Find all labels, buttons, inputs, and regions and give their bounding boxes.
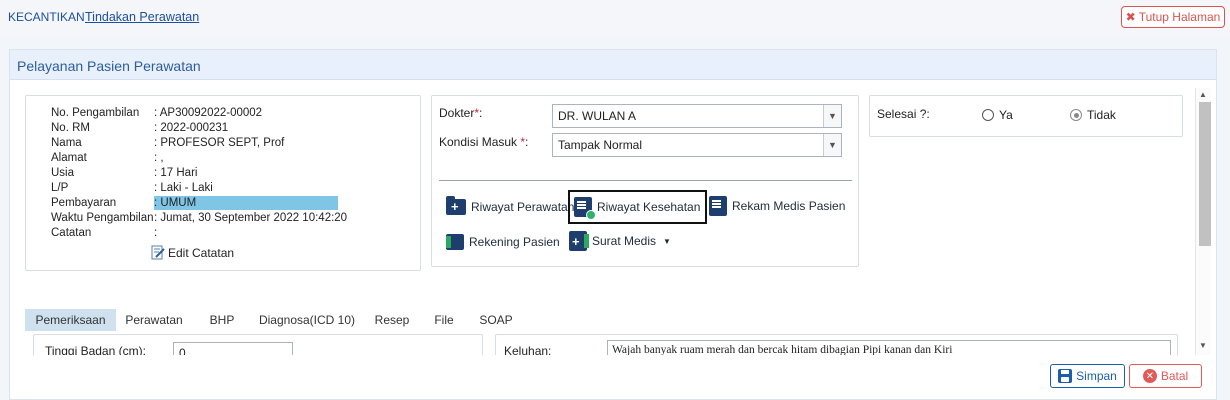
panel-header: Pelayanan Pasien Perawatan — [10, 50, 1216, 80]
chevron-down-icon: ▼ — [823, 105, 841, 127]
info-value: : — [154, 227, 158, 239]
rekam-medis-label: Rekam Medis Pasien — [732, 199, 846, 213]
info-value: : Jumat, 30 September 2022 10:42:20 — [154, 212, 348, 224]
breadcrumb-root: KECANTIKAN — [8, 10, 85, 24]
panel-scroll-area[interactable]: No. Pengambilan : AP30092022-00002 No. R… — [11, 81, 1215, 355]
folder-plus-icon: + — [446, 196, 466, 215]
surat-medis-dropdown[interactable]: + Surat Medis ▼ — [569, 230, 671, 252]
patient-info-card: No. Pengambilan : AP30092022-00002 No. R… — [25, 95, 421, 271]
doctor-label-text: Dokter — [439, 106, 475, 120]
info-label: Catatan — [51, 227, 92, 239]
rekening-pasien-label: Rekening Pasien — [469, 235, 560, 249]
height-input[interactable]: 0 — [173, 342, 293, 355]
condition-label: Kondisi Masuk *: — [439, 135, 528, 149]
finish-label: Selesai ?: — [877, 107, 930, 121]
info-label: Nama — [51, 137, 82, 149]
scrollbar-thumb[interactable] — [1199, 102, 1211, 246]
top-bar: KECANTIKAN Tindakan Perawatan ✖ Tutup Ha… — [0, 0, 1230, 36]
doctor-select-value: DR. WULAN A — [558, 109, 637, 123]
save-button-label: Simpan — [1076, 369, 1117, 383]
breadcrumb-current-link[interactable]: Tindakan Perawatan — [85, 10, 199, 24]
info-value: : PROFESOR SEPT, Prof — [154, 137, 285, 149]
tab-file[interactable]: File — [432, 309, 456, 331]
tab-soap[interactable]: SOAP — [478, 309, 514, 331]
cancel-circle-icon: ✕ — [1142, 369, 1157, 383]
complaint-label: Keluhan: — [504, 344, 552, 355]
tab-diagnosa[interactable]: Diagnosa(ICD 10) — [257, 309, 357, 331]
scroll-down-icon[interactable]: ▼ — [1199, 341, 1207, 350]
info-value: : AP30092022-00002 — [154, 107, 263, 119]
info-value: : , — [154, 152, 164, 164]
riwayat-perawatan-button[interactable]: + Riwayat Perawatan — [446, 196, 574, 218]
height-label: Tinggi Badan (cm): — [45, 344, 146, 355]
riwayat-kesehatan-button[interactable]: Riwayat Kesehatan — [568, 190, 708, 224]
close-page-label: Tutup Halaman — [1138, 10, 1221, 24]
edit-note-icon — [151, 245, 165, 260]
tab-pemeriksaan[interactable]: Pemeriksaan — [25, 309, 116, 331]
scroll-up-icon[interactable]: ▲ — [1199, 90, 1207, 99]
label-colon: : — [525, 135, 529, 149]
info-label: No. Pengambilan — [51, 107, 140, 119]
divider — [439, 180, 852, 181]
document-plus-icon: + — [569, 231, 589, 251]
panel-title: Pelayanan Pasien Perawatan — [17, 58, 201, 74]
info-label: L/P — [51, 182, 69, 194]
rekening-pasien-button[interactable]: Rekening Pasien — [446, 231, 560, 253]
info-label: Waktu Pengambilan — [51, 212, 154, 224]
condition-select-value: Tampak Normal — [558, 138, 643, 152]
close-page-button[interactable]: ✖ Tutup Halaman — [1121, 6, 1225, 28]
medical-record-icon — [709, 196, 727, 216]
invoice-icon — [446, 234, 464, 250]
save-button[interactable]: Simpan — [1050, 364, 1125, 388]
info-value: : 2022-000231 — [154, 122, 229, 134]
close-icon: ✖ — [1125, 10, 1136, 24]
caret-down-icon: ▼ — [663, 236, 671, 246]
tab-perawatan[interactable]: Perawatan — [119, 309, 189, 331]
info-value: : 17 Hari — [154, 167, 198, 179]
edit-note-link[interactable]: Edit Catatan — [151, 245, 234, 260]
condition-select[interactable]: Tampak Normal ▼ — [552, 133, 842, 157]
patient-service-panel: Pelayanan Pasien Perawatan No. Pengambil… — [9, 49, 1217, 400]
finish-card: Selesai ?: Ya Tidak — [869, 95, 1183, 137]
radio-circle-ya — [982, 109, 994, 121]
tab-bhp[interactable]: BHP — [208, 309, 236, 331]
edit-note-label: Edit Catatan — [168, 245, 235, 260]
surat-medis-label: Surat Medis — [592, 234, 657, 248]
exam-left-card: Tinggi Badan (cm): 0 — [33, 334, 483, 355]
info-label: Pembayaran — [51, 197, 117, 209]
rekam-medis-button[interactable]: Rekam Medis Pasien — [709, 195, 845, 217]
radio-tidak[interactable]: Tidak — [1070, 108, 1116, 122]
complaint-textarea[interactable]: Wajah banyak ruam merah dan bercak hitam… — [607, 340, 1171, 355]
cancel-button-label: Batal — [1160, 369, 1189, 383]
cancel-button[interactable]: ✕ Batal — [1129, 364, 1202, 388]
radio-ya-label: Ya — [999, 108, 1013, 122]
condition-label-text: Kondisi Masuk — [439, 135, 521, 149]
tab-resep[interactable]: Resep — [374, 309, 410, 331]
info-label: Alamat — [51, 152, 87, 164]
doctor-actions-card: Dokter*: DR. WULAN A ▼ Kondisi Masuk *: … — [431, 95, 859, 267]
floppy-disk-icon — [1058, 369, 1073, 383]
label-colon: : — [479, 106, 483, 120]
doctor-select[interactable]: DR. WULAN A ▼ — [552, 104, 842, 128]
document-clock-icon — [574, 197, 596, 220]
radio-ya[interactable]: Ya — [982, 108, 1013, 122]
exam-tabs: Pemeriksaan Perawatan BHP Diagnosa(ICD 1… — [25, 309, 1175, 331]
riwayat-kesehatan-label: Riwayat Kesehatan — [597, 200, 701, 214]
panel-scrollbar[interactable]: ▲ ▼ — [1195, 88, 1211, 355]
info-label: No. RM — [51, 122, 90, 134]
riwayat-perawatan-label: Riwayat Perawatan — [471, 200, 575, 214]
exam-right-card: Keluhan: Wajah banyak ruam merah dan ber… — [495, 334, 1178, 355]
info-label: Usia — [51, 167, 75, 179]
radio-tidak-label: Tidak — [1087, 108, 1116, 122]
payment-value-highlighted: : UMUM — [154, 196, 338, 210]
doctor-label: Dokter*: — [439, 106, 482, 120]
radio-circle-tidak — [1070, 109, 1082, 121]
info-value: : Laki - Laki — [154, 182, 213, 194]
chevron-down-icon: ▼ — [823, 134, 841, 156]
